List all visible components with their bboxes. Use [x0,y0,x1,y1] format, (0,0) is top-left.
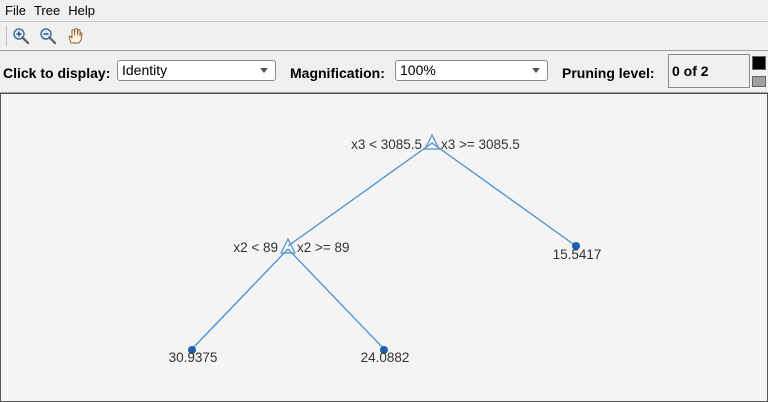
pan-hand-icon [68,28,83,44]
pruning-level-field[interactable]: 0 of 2 [668,54,750,88]
tree-diagram: x3 < 3085.5 x3 >= 3085.5 x2 < 89 x2 >= 8… [169,133,602,365]
leaf-value-label: 15.5417 [553,247,602,262]
leaf-value-label: 30.9375 [169,350,218,365]
magnification-select-value: 100% [400,62,436,78]
zoom-out-button[interactable] [37,25,59,47]
toolbar-separator [6,26,7,46]
tree-edge [191,248,289,350]
color-swatch-bottom[interactable] [752,76,766,87]
pan-button[interactable] [64,25,86,47]
leaf-value-label: 24.0882 [361,350,410,365]
split-left-label: x3 < 3085.5 [351,137,422,152]
color-swatch-top[interactable] [752,56,766,70]
toolbar [0,22,768,51]
menu-bar: File Tree Help [0,0,768,22]
split-right-label: x3 >= 3085.5 [441,137,520,152]
display-select[interactable]: Identity [117,60,276,81]
tree-edge [431,142,577,247]
tree-canvas[interactable]: x3 < 3085.5 x3 >= 3085.5 x2 < 89 x2 >= 8… [0,93,768,402]
zoom-in-button[interactable] [10,25,32,47]
zoom-out-icon [40,28,57,45]
tree-edge [287,142,433,247]
magnification-label: Magnification: [290,65,385,81]
display-select-value: Identity [122,62,168,78]
menu-file[interactable]: File [2,3,29,18]
zoom-in-icon [13,28,30,45]
chevron-down-icon [260,68,268,73]
menu-tree[interactable]: Tree [31,3,63,18]
control-bar: Click to display: Identity Magnification… [0,51,768,93]
tree-edge [287,248,385,350]
chevron-down-icon [532,68,540,73]
magnification-select[interactable]: 100% [395,60,548,81]
display-label: Click to display: [3,65,111,81]
split-left-label: x2 < 89 [233,240,278,255]
split-right-label: x2 >= 89 [297,240,350,255]
pruning-label: Pruning level: [562,65,655,81]
menu-help[interactable]: Help [65,3,98,18]
